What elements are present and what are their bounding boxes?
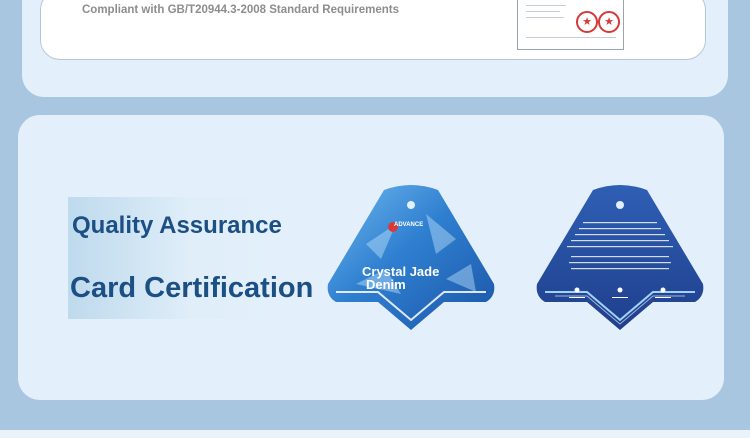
certification-heading: Card Certification — [70, 272, 314, 304]
certificate-line — [526, 5, 566, 6]
hang-tag-front — [327, 185, 495, 330]
compliance-text: Compliant with GB/T20944.3-2008 Standard… — [82, 4, 399, 16]
certificate-line — [526, 17, 564, 18]
fan-icon — [617, 287, 623, 293]
snowflake-icon — [574, 287, 580, 293]
tag-title: Crystal Jade Denim — [362, 265, 439, 291]
certificate-line — [526, 11, 560, 12]
brand-name: ADVANCE — [394, 222, 424, 228]
tag-hole — [616, 201, 624, 209]
red-seal-icon: ★ — [576, 11, 598, 33]
star-icon — [660, 287, 666, 293]
certificate-line — [526, 37, 616, 38]
bottom-strip — [0, 430, 750, 438]
tag-hole — [407, 201, 415, 209]
red-seal-icon: ★ — [598, 11, 620, 33]
tag-title-line2: Denim — [366, 277, 406, 292]
hang-tag-back — [536, 185, 704, 330]
quality-heading: Quality Assurance — [72, 212, 282, 239]
certificate-image: ★ ★ — [517, 0, 624, 50]
